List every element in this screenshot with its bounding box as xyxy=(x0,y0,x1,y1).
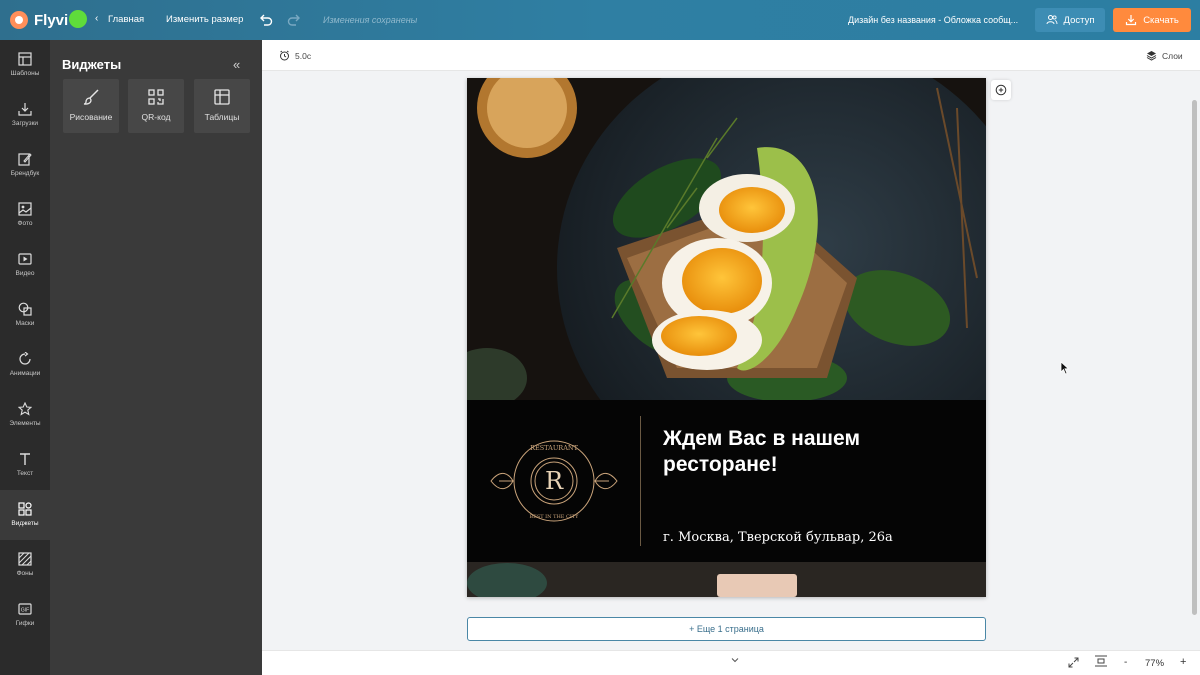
vertical-scrollbar[interactable] xyxy=(1192,100,1197,615)
chevron-down-icon[interactable] xyxy=(731,656,739,664)
left-nav-rail: Шаблоны Загрузки Брендбук Фото Видео Мас… xyxy=(0,40,50,675)
rail-item-uploads[interactable]: Загрузки xyxy=(0,90,50,140)
back-chevron-icon[interactable]: ‹ xyxy=(95,13,98,24)
widgets-icon xyxy=(18,502,32,516)
widget-label: QR-код xyxy=(141,112,171,122)
home-link[interactable]: Главная xyxy=(108,14,144,25)
widget-drawing[interactable]: Рисование xyxy=(63,79,119,133)
restaurant-emblem-icon: RESTAURANT R BEST IN THE CITY xyxy=(490,440,618,522)
zoom-in-button[interactable]: + xyxy=(1180,656,1186,668)
rail-item-brandbook[interactable]: Брендбук xyxy=(0,140,50,190)
video-icon xyxy=(18,253,32,265)
duration-value: 5.0с xyxy=(295,50,312,61)
mouse-cursor-icon xyxy=(1060,361,1070,375)
download-icon xyxy=(1126,15,1137,26)
brandbook-icon xyxy=(18,153,32,166)
rail-item-gifs[interactable]: GIF Гифки xyxy=(0,590,50,640)
emblem-letter: R xyxy=(545,467,564,495)
panel-title: Виджеты xyxy=(62,57,122,72)
top-bar: Flyvi ‹ Главная Изменить размер Изменени… xyxy=(0,0,1200,40)
rail-label: Гифки xyxy=(15,620,35,627)
rail-item-templates[interactable]: Шаблоны xyxy=(0,40,50,90)
qr-code-icon xyxy=(148,89,164,105)
redo-icon[interactable] xyxy=(286,12,302,28)
backgrounds-icon xyxy=(18,552,32,566)
masks-icon xyxy=(18,302,32,316)
widget-qr-code[interactable]: QR-код xyxy=(128,79,184,133)
photo-icon xyxy=(18,202,32,216)
collapse-panel-icon[interactable]: « xyxy=(233,57,240,72)
fullscreen-icon[interactable] xyxy=(1068,657,1079,668)
page-duration[interactable]: 5.0с xyxy=(279,50,311,61)
rail-item-masks[interactable]: Маски xyxy=(0,290,50,340)
resize-button[interactable]: Изменить размер xyxy=(166,14,243,25)
star-icon xyxy=(18,402,32,416)
app-name: Flyvi xyxy=(34,11,69,29)
animation-icon xyxy=(19,352,31,365)
undo-icon[interactable] xyxy=(258,12,274,28)
add-comment-button[interactable] xyxy=(991,80,1011,100)
access-button[interactable]: Доступ xyxy=(1035,8,1105,32)
design-page[interactable]: RESTAURANT R BEST IN THE CITY Ждем Вас в… xyxy=(467,78,986,597)
save-status: Изменения сохранены xyxy=(323,15,418,25)
workspace-header: 5.0с Слои xyxy=(262,40,1200,71)
widget-label: Рисование xyxy=(69,112,113,122)
rail-label: Фото xyxy=(17,220,33,227)
logo-mark-icon xyxy=(10,11,28,29)
access-label: Доступ xyxy=(1063,14,1095,26)
rail-label: Видео xyxy=(15,270,35,277)
rail-item-video[interactable]: Видео xyxy=(0,240,50,290)
rail-label: Анимации xyxy=(9,370,41,377)
app-logo[interactable]: Flyvi xyxy=(10,11,68,29)
emblem-top-text: RESTAURANT xyxy=(530,444,579,452)
rail-label: Шаблоны xyxy=(10,70,40,77)
layers-icon xyxy=(1146,51,1157,61)
upload-icon xyxy=(18,103,32,116)
fit-page-icon[interactable] xyxy=(1094,655,1108,667)
add-page-button[interactable]: + Еще 1 страница xyxy=(467,617,986,641)
address-text[interactable]: г. Москва, Тверской бульвар, 26а xyxy=(663,530,893,545)
clock-icon xyxy=(280,50,289,61)
rail-item-widgets[interactable]: Виджеты xyxy=(0,490,50,540)
widget-label: Таблицы xyxy=(204,112,240,122)
brush-icon xyxy=(83,89,99,105)
table-icon xyxy=(214,89,230,105)
emblem-bottom-text: BEST IN THE CITY xyxy=(530,514,580,520)
user-avatar[interactable] xyxy=(69,10,87,28)
users-icon xyxy=(1046,15,1057,25)
info-band[interactable]: RESTAURANT R BEST IN THE CITY Ждем Вас в… xyxy=(467,400,986,562)
template-icon xyxy=(18,52,32,66)
bottom-bar: - 77% + xyxy=(262,650,1200,675)
svg-text:GIF: GIF xyxy=(21,608,29,614)
comment-plus-icon xyxy=(995,84,1007,96)
band-divider xyxy=(640,416,641,546)
zoom-level[interactable]: 77% xyxy=(1145,658,1164,669)
gif-icon: GIF xyxy=(18,603,32,615)
rail-item-animations[interactable]: Анимации xyxy=(0,340,50,390)
layers-button[interactable]: Слои xyxy=(1146,50,1183,61)
document-title[interactable]: Дизайн без названия - Обложка сообщ... xyxy=(848,15,1018,25)
rail-label: Виджеты xyxy=(11,520,39,527)
rail-item-photo[interactable]: Фото xyxy=(0,190,50,240)
rail-label: Загрузки xyxy=(11,120,39,127)
layers-label: Слои xyxy=(1162,50,1183,61)
rail-item-backgrounds[interactable]: Фоны xyxy=(0,540,50,590)
text-icon xyxy=(20,453,30,465)
download-button[interactable]: Скачать xyxy=(1113,8,1191,32)
widget-tables[interactable]: Таблицы xyxy=(194,79,250,133)
widgets-panel: Виджеты « Рисование QR-код Таблицы xyxy=(50,40,262,675)
rail-item-text[interactable]: Текст xyxy=(0,440,50,490)
rail-label: Текст xyxy=(16,470,34,477)
headline-text[interactable]: Ждем Вас в нашем ресторане! xyxy=(663,426,963,478)
rail-label: Элементы xyxy=(9,420,41,427)
zoom-out-button[interactable]: - xyxy=(1124,657,1127,668)
rail-label: Маски xyxy=(15,320,35,327)
rail-item-elements[interactable]: Элементы xyxy=(0,390,50,440)
rail-label: Брендбук xyxy=(10,170,40,177)
rail-label: Фоны xyxy=(16,570,34,577)
download-label: Скачать xyxy=(1143,14,1179,26)
